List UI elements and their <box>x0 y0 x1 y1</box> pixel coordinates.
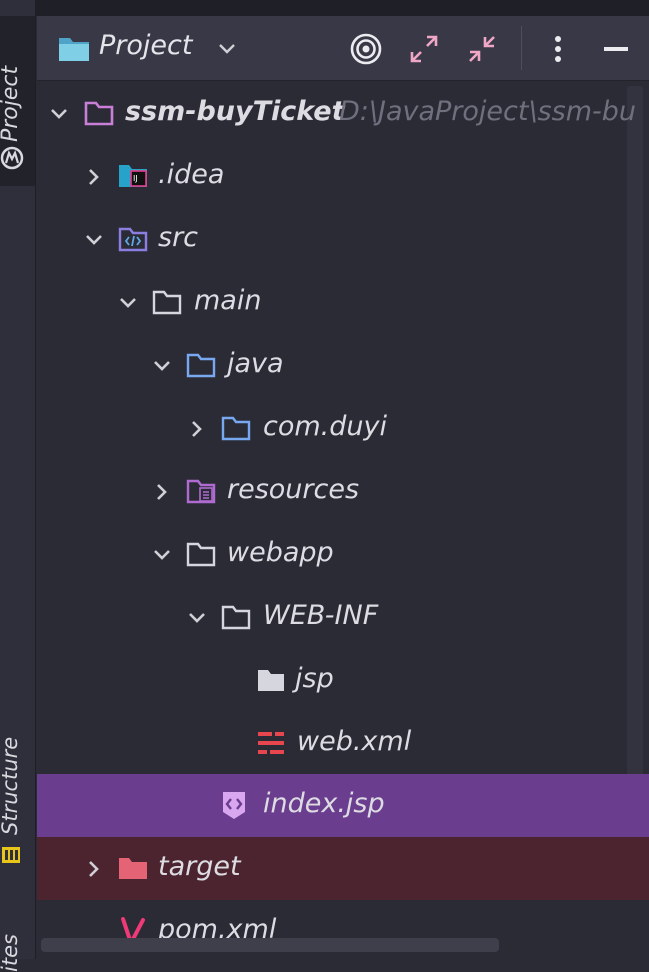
tree-item-label: webapp <box>227 537 334 568</box>
tree-item-label: com.duyi <box>263 411 387 442</box>
tree-item-label: web.xml <box>297 726 412 757</box>
tree-item-java[interactable]: java <box>37 334 649 397</box>
tree-item-webapp[interactable]: webapp <box>37 523 649 586</box>
tree-item-label: jsp <box>295 663 334 694</box>
window-top-edge <box>36 0 649 16</box>
favorites-tool-tab[interactable]: ites <box>0 934 22 972</box>
chevron-right-icon[interactable] <box>84 859 104 879</box>
chevron-right-icon[interactable] <box>152 482 172 502</box>
folder-icon <box>221 605 251 630</box>
tree-item-web-inf[interactable]: WEB-INF <box>37 586 649 649</box>
project-panel: Project ssm-buyTicket D:\JavaProject\ssm… <box>37 16 649 959</box>
jsp-file-icon <box>223 792 245 819</box>
structure-tool-tab[interactable]: Structure <box>0 737 22 835</box>
folder-icon <box>152 290 182 315</box>
tree-item-label: index.jsp <box>263 788 385 819</box>
tree-item-resources[interactable]: resources <box>37 460 649 523</box>
idea-folder-icon: IJ <box>119 165 147 187</box>
tree-item-label: ssm-buyTicket <box>125 96 345 127</box>
options-menu-icon[interactable] <box>541 32 575 66</box>
left-tool-strip: Project Structure ites <box>0 0 36 972</box>
tree-item-src[interactable]: src <box>37 208 649 271</box>
package-icon <box>221 416 251 441</box>
chevron-down-icon[interactable] <box>49 104 69 124</box>
chevron-right-icon[interactable] <box>187 419 207 439</box>
tree-item-path: D:\JavaProject\ssm-bu <box>339 96 636 127</box>
chevron-down-icon[interactable] <box>187 608 207 628</box>
tree-item-web-xml[interactable]: web.xml <box>37 712 649 775</box>
tree-item-com-duyi[interactable]: com.duyi <box>37 397 649 460</box>
chevron-down-icon[interactable] <box>84 230 104 250</box>
project-tool-label: Project <box>0 65 23 142</box>
tree-item-target[interactable]: target <box>37 837 649 900</box>
excluded-folder-icon <box>119 858 147 879</box>
panel-header: Project <box>37 16 649 81</box>
tree-item-label: main <box>194 285 262 316</box>
tree-item-label: java <box>227 348 284 379</box>
chevron-down-icon[interactable] <box>118 293 138 313</box>
tree-item-idea[interactable]: IJ .idea <box>37 145 649 208</box>
locate-file-icon[interactable] <box>349 32 383 66</box>
tree-item-index-jsp[interactable]: index.jsp <box>37 774 649 837</box>
project-view-icon <box>59 38 89 61</box>
expand-all-icon[interactable] <box>407 32 441 66</box>
structure-tool-icon <box>2 847 20 863</box>
chevron-down-icon[interactable] <box>152 545 172 565</box>
source-folder-icon <box>118 227 148 252</box>
tree-item-pom-xml[interactable]: pom.xml <box>37 900 649 963</box>
hide-panel-icon[interactable] <box>599 32 633 66</box>
view-dropdown-chevron-icon[interactable] <box>217 42 237 56</box>
tree-item-label: WEB-INF <box>263 600 379 631</box>
tree-item-label: resources <box>227 474 360 505</box>
resources-folder-icon <box>186 479 216 504</box>
chevron-down-icon[interactable] <box>152 356 172 376</box>
collapse-all-icon[interactable] <box>465 32 499 66</box>
tree-item-jsp[interactable]: jsp <box>37 649 649 712</box>
project-tool-icon <box>0 146 24 170</box>
svg-text:IJ: IJ <box>133 174 138 183</box>
folder-filled-icon <box>258 670 284 691</box>
header-separator <box>521 26 522 70</box>
source-root-icon <box>186 353 216 378</box>
horizontal-scrollbar[interactable] <box>41 938 499 952</box>
tree-item-label: src <box>158 222 199 253</box>
folder-icon <box>186 542 216 567</box>
module-folder-icon <box>84 101 114 126</box>
panel-title[interactable]: Project <box>99 30 192 61</box>
tree-item-ssm-buyticket[interactable]: ssm-buyTicket D:\JavaProject\ssm-bu <box>37 82 649 145</box>
project-tool-tab[interactable]: Project <box>0 16 35 186</box>
tree-item-label: target <box>158 851 241 882</box>
tree-item-label: .idea <box>158 159 225 190</box>
xml-config-icon <box>258 732 284 754</box>
tree-item-main[interactable]: main <box>37 271 649 334</box>
chevron-right-icon[interactable] <box>84 167 104 187</box>
